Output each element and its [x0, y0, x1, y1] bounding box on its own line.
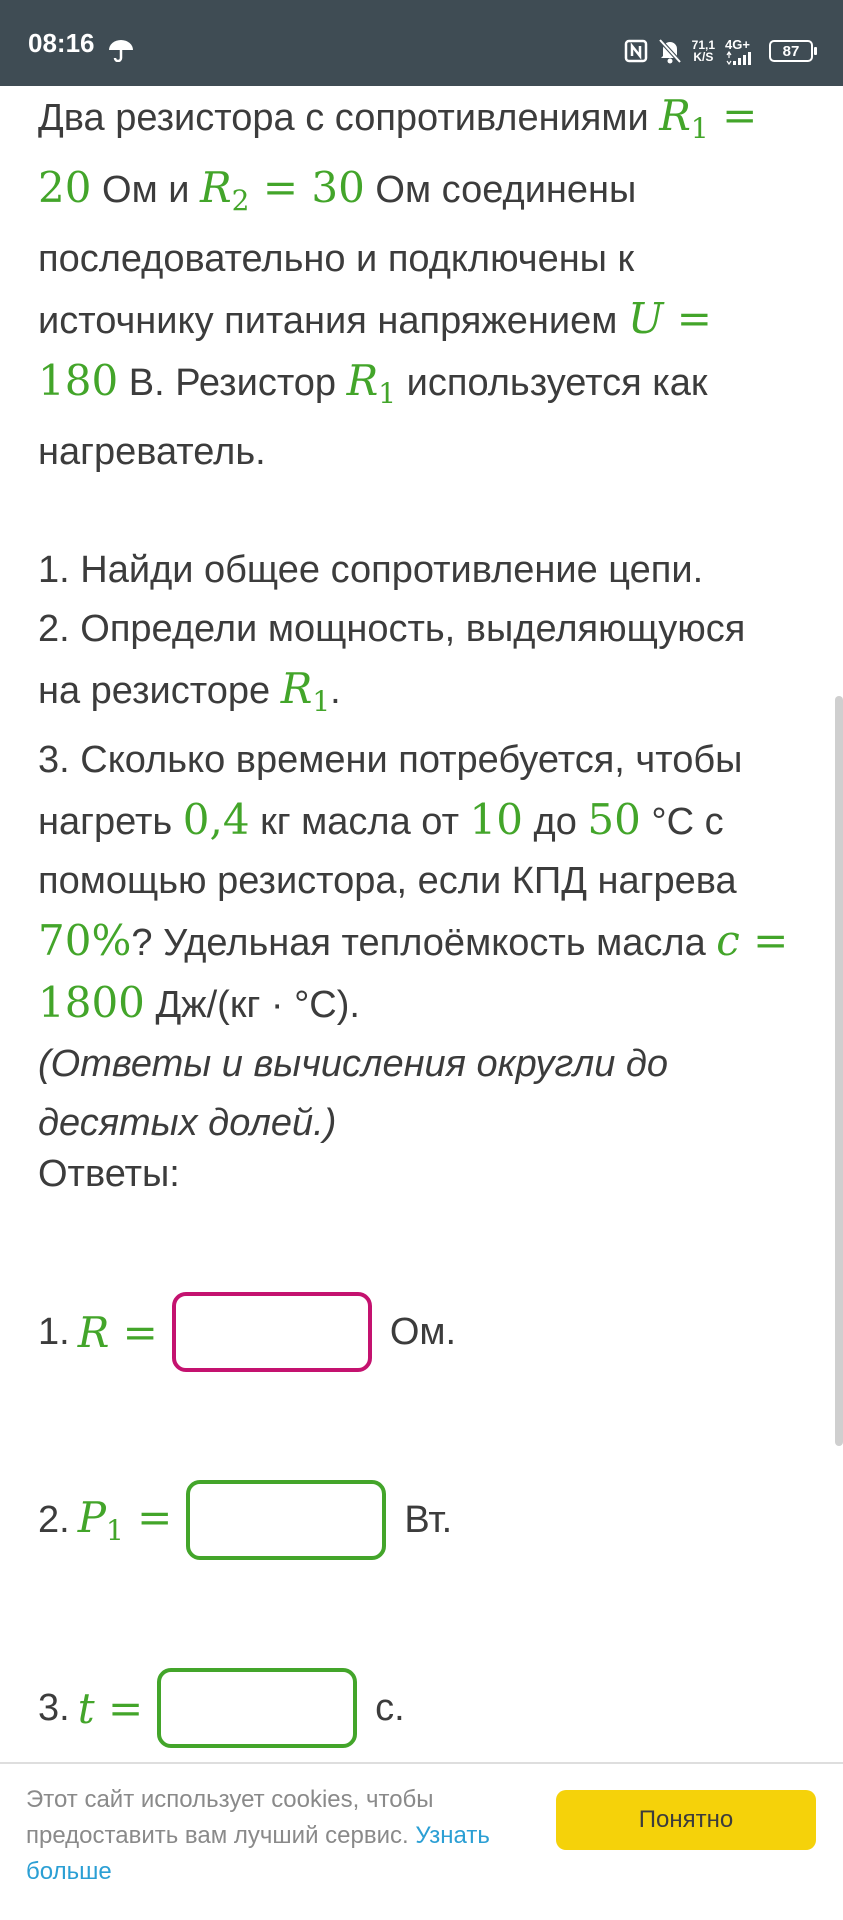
answer-row-3: 3. t = с. [38, 1668, 405, 1748]
problem-text: Два резистора с сопротивлениями R1 = 20 … [38, 86, 798, 1153]
status-icons: 71,1 K/S 4G+ 87 [624, 36, 817, 66]
math-r1-heater: R1 [346, 356, 397, 410]
status-time: 08:16 [28, 28, 95, 58]
math-r2: R2 = 30 [200, 163, 365, 217]
problem-intro: Два резистора с сопротивлениями R1 = 20 … [38, 91, 758, 473]
accept-cookies-button[interactable]: Понятно [556, 1790, 816, 1850]
question-2: 2. Определи мощность, выделяющуюся на ре… [38, 608, 746, 718]
battery-level: 87 [782, 42, 800, 60]
answer-input-power[interactable] [186, 1480, 387, 1560]
answer-row-1: 1. R = Ом. [38, 1292, 456, 1372]
cookie-banner: Этот сайт использует cookies, чтобы пред… [0, 1762, 843, 1920]
nfc-icon [624, 39, 648, 63]
umbrella-icon [108, 40, 134, 63]
answer-input-resistance[interactable] [171, 1292, 372, 1372]
rounding-note: (Ответы и вычисления округли до десятых … [38, 1043, 669, 1144]
status-bar: 08:16 71,1 K/S 4G+ 87 [0, 0, 843, 86]
net-speed: 71,1 K/S [692, 39, 715, 63]
mute-icon [658, 38, 682, 64]
battery-icon: 87 [769, 40, 817, 62]
answer-input-time[interactable] [157, 1668, 358, 1748]
question-1: 1. Найди общее сопротивление цепи. [38, 549, 704, 591]
question-3: 3. Сколько времени потребуется, чтобы на… [38, 739, 789, 1027]
scrollbar[interactable] [835, 696, 843, 1446]
net-speed-unit: K/S [693, 50, 714, 64]
signal-icon: 4G+ [725, 38, 759, 65]
answer-row-2: 2. P1 = Вт. [38, 1480, 452, 1560]
network-type: 4G+ [725, 36, 750, 52]
answers-heading: Ответы: [38, 1153, 180, 1195]
cookie-text: Этот сайт использует cookies, чтобы пред… [26, 1786, 490, 1885]
